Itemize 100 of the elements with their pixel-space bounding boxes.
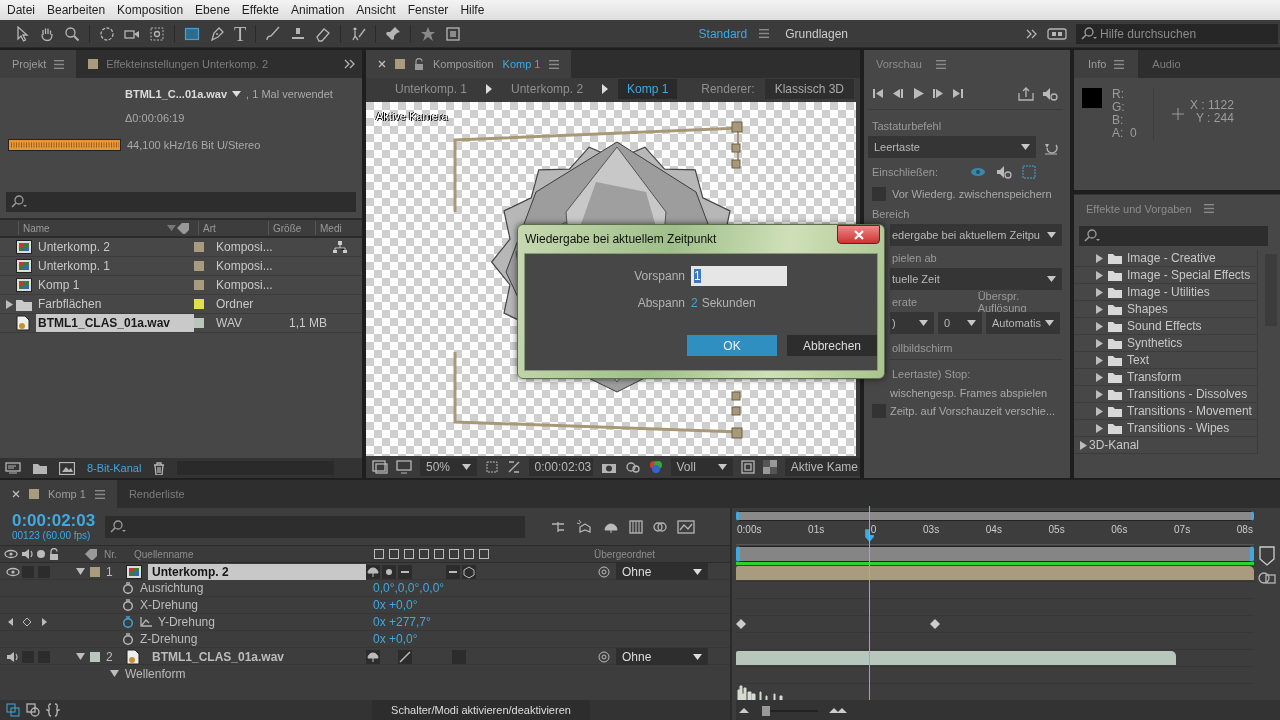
effect-category[interactable]: Shapes xyxy=(1127,302,1168,316)
collapse-triangle-icon[interactable] xyxy=(76,568,85,575)
mute-icon[interactable] xyxy=(996,165,1012,179)
resolution-dropdown[interactable]: Automatis xyxy=(986,312,1060,334)
menu-item[interactable]: Fenster xyxy=(401,3,455,17)
search-icon[interactable] xyxy=(109,519,128,534)
graph-icon[interactable] xyxy=(140,617,152,627)
menu-item[interactable]: Komposition xyxy=(111,3,190,17)
graph-editor-icon[interactable] xyxy=(677,519,696,534)
search-field[interactable] xyxy=(6,192,356,212)
project-item[interactable]: Unterkomp. 1 xyxy=(36,257,194,275)
frame-blend-icon[interactable] xyxy=(629,519,644,534)
view-dropdown[interactable]: Aktive Kame xyxy=(784,458,860,476)
zoom-dropdown[interactable]: 50% xyxy=(420,458,477,476)
label-tag-icon[interactable] xyxy=(84,548,98,560)
quality-icon[interactable] xyxy=(403,548,415,560)
keyframe-icon[interactable] xyxy=(736,619,746,629)
panel-tab[interactable]: Effekteinstellungen Unterkomp. 2 xyxy=(76,50,281,78)
dashed-square-icon[interactable] xyxy=(149,25,165,42)
menu-icon[interactable] xyxy=(549,59,560,69)
figure-brush-icon[interactable] xyxy=(350,25,367,42)
menu-item[interactable]: Ebene xyxy=(189,3,236,17)
effect-category[interactable]: Transitions - Movement xyxy=(1127,404,1252,418)
range-dropdown[interactable]: edergabe bei aktuellem Zeitpu xyxy=(890,224,1062,246)
monitor-icon[interactable] xyxy=(396,460,412,474)
last-frame-icon[interactable] xyxy=(952,88,964,99)
square-icon[interactable] xyxy=(445,25,462,42)
shy-icon[interactable] xyxy=(373,548,385,560)
panel-tab[interactable]: Renderliste xyxy=(116,480,197,508)
search-field[interactable] xyxy=(105,515,526,538)
property-value[interactable]: 0,0°,0,0°,0,0° xyxy=(373,581,730,595)
menu-item[interactable]: Effekte xyxy=(235,3,285,17)
effect-category[interactable]: Transform xyxy=(1127,370,1182,384)
stopwatch-icon[interactable] xyxy=(122,582,134,594)
layer-name[interactable]: Unterkomp. 2 xyxy=(148,563,366,580)
expand-triangle-icon[interactable] xyxy=(6,299,13,309)
navigator-bar[interactable] xyxy=(736,511,1254,521)
transfer-controls-icon[interactable] xyxy=(26,703,40,717)
menu-item[interactable]: Animation xyxy=(284,3,351,17)
brush-icon[interactable] xyxy=(265,25,282,42)
column-header[interactable]: Größe xyxy=(268,221,315,235)
keyframe-navigator-drawing[interactable] xyxy=(8,617,48,627)
playhead[interactable] xyxy=(864,506,874,700)
shy-icon[interactable] xyxy=(603,520,620,533)
pick-whip-icon[interactable] xyxy=(598,650,610,663)
3d-layer-icon[interactable] xyxy=(478,548,490,560)
panel-tab[interactable]: Info xyxy=(1074,50,1139,78)
layer-switches-icon[interactable] xyxy=(6,703,20,717)
mask-icon[interactable] xyxy=(506,460,521,474)
value-field[interactable]: 2 xyxy=(691,296,698,310)
lock-icon[interactable] xyxy=(414,58,424,70)
magnifier-icon[interactable] xyxy=(64,25,80,42)
menu-item[interactable]: Datei xyxy=(1,3,41,17)
speaker-icon[interactable] xyxy=(21,549,33,559)
motion-blur-icon[interactable] xyxy=(653,519,668,534)
effect-category[interactable]: Image - Creative xyxy=(1127,251,1216,265)
property-value[interactable]: 0x +277,7° xyxy=(373,615,730,629)
label-tag-icon[interactable] xyxy=(176,222,190,234)
close-icon[interactable] xyxy=(378,60,386,68)
column-header[interactable]: Art xyxy=(198,221,268,235)
flowchart-icon[interactable] xyxy=(333,241,347,253)
menu-item[interactable]: Hilfe xyxy=(454,3,491,17)
composition-tab[interactable]: Komposition Komp 1 xyxy=(366,50,572,78)
workspace-tab[interactable]: Standard xyxy=(698,26,770,41)
panel-tab[interactable]: Projekt xyxy=(0,50,77,78)
collapse-triangle-icon[interactable] xyxy=(110,670,119,677)
color-channels-icon[interactable] xyxy=(648,460,663,474)
effect-category[interactable]: Text xyxy=(1127,353,1149,367)
braces-icon[interactable] xyxy=(46,703,60,717)
ok-button[interactable]: OK xyxy=(687,335,777,356)
region-icon[interactable] xyxy=(484,460,499,474)
framerate-dropdown[interactable]: ) xyxy=(890,312,934,334)
stamp-icon[interactable] xyxy=(290,25,307,42)
motion-blur-icon[interactable] xyxy=(448,548,460,560)
zoom-in-icon[interactable] xyxy=(828,706,848,714)
project-item[interactable]: Komp 1 xyxy=(36,276,194,294)
panel-tab[interactable]: Audio xyxy=(1138,50,1195,78)
panel-tab[interactable]: Komp 1 xyxy=(0,480,117,508)
column-header[interactable]: Quellenname xyxy=(134,548,369,560)
rotate-icon[interactable] xyxy=(99,25,115,42)
cancel-button[interactable]: Abbrechen xyxy=(787,335,877,356)
breadcrumb[interactable]: Unterkomp. 1 xyxy=(386,79,477,99)
effect-category[interactable]: 3D-Kanal xyxy=(1089,438,1140,452)
eye-icon[interactable] xyxy=(6,566,20,577)
preview-icon[interactable] xyxy=(372,460,388,474)
folder-icon[interactable] xyxy=(33,462,47,474)
speaker-icon[interactable] xyxy=(6,651,18,662)
time-display[interactable]: 0:00:02:03 xyxy=(528,458,593,476)
play-from-dropdown[interactable]: tuelle Zeit xyxy=(890,268,1062,290)
keyframe-icon[interactable] xyxy=(930,619,941,629)
show-snapshot-icon[interactable] xyxy=(624,460,641,474)
first-frame-icon[interactable] xyxy=(872,88,884,99)
previous-frame-icon[interactable] xyxy=(892,88,904,99)
column-header[interactable]: Nr. xyxy=(104,548,134,560)
trash-icon[interactable] xyxy=(153,461,166,475)
effect-category[interactable]: Image - Utilities xyxy=(1127,285,1210,299)
reset-icon[interactable] xyxy=(1044,141,1058,155)
close-icon[interactable] xyxy=(12,490,20,498)
property-group[interactable]: Wellenform xyxy=(125,666,186,681)
effect-icon[interactable] xyxy=(418,548,430,560)
